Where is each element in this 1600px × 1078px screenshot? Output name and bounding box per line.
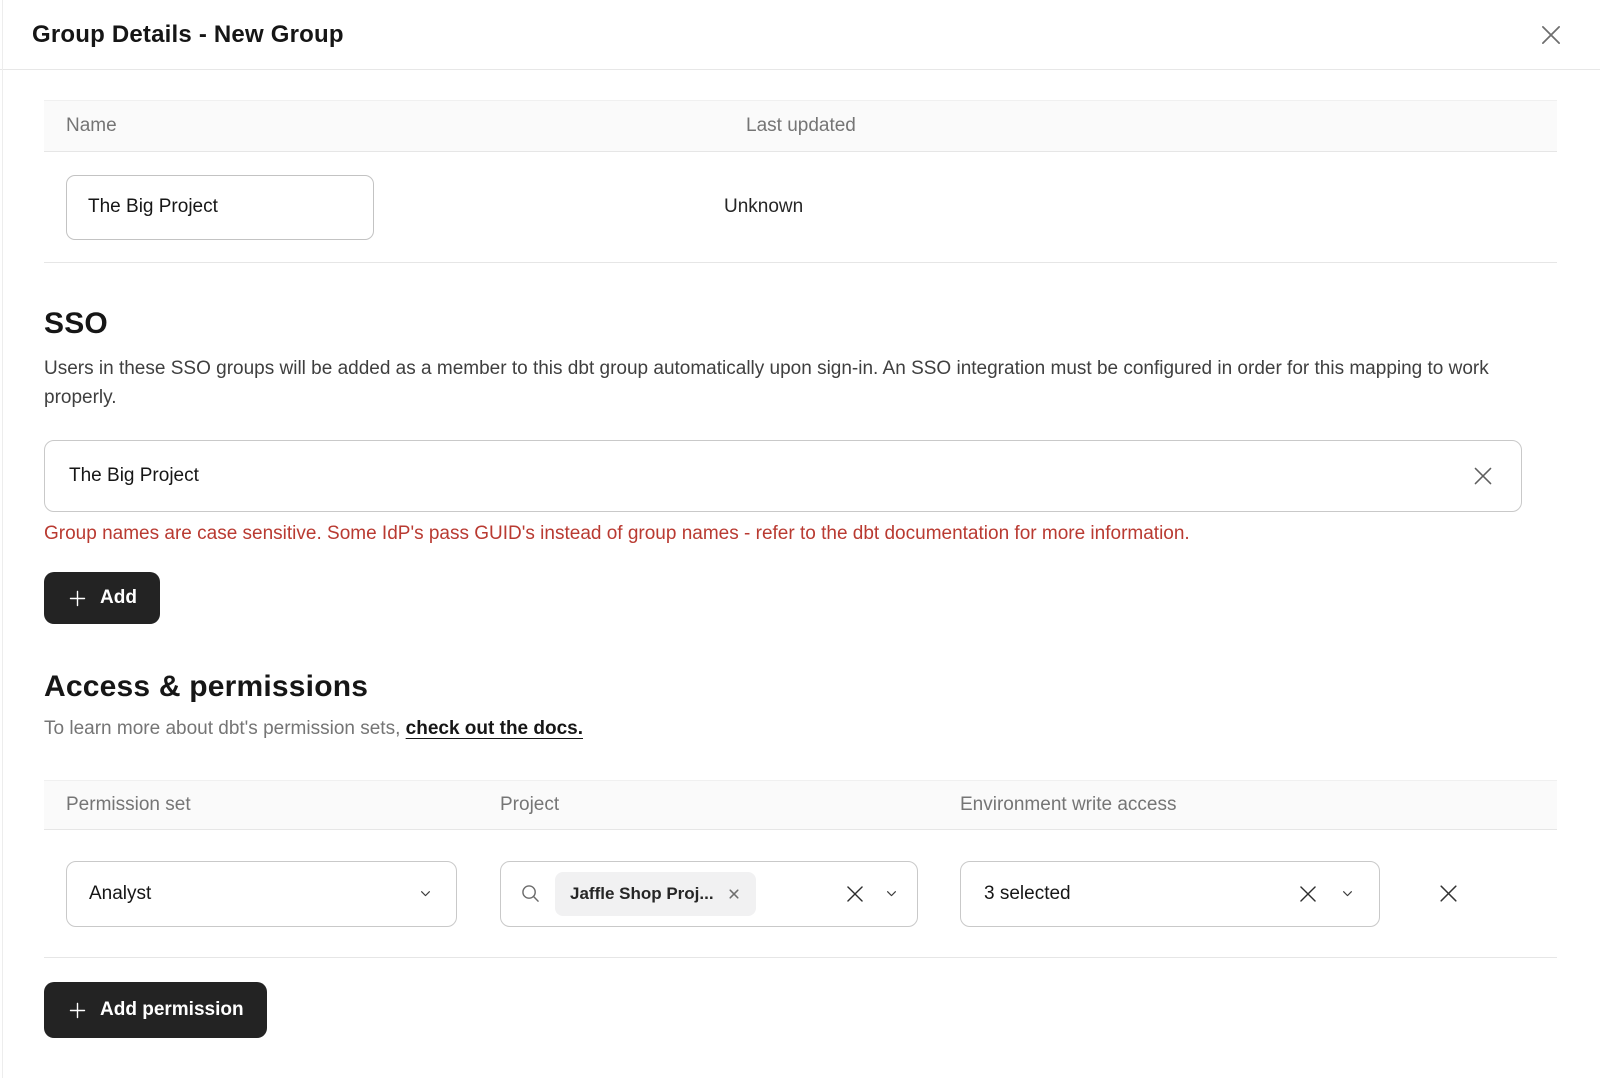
modal-header: Group Details - New Group: [0, 0, 1600, 70]
permissions-section: Access & permissions To learn more about…: [44, 670, 1556, 1038]
permissions-intro: To learn more about dbt's permission set…: [44, 718, 1556, 740]
sso-section: SSO Users in these SSO groups will be ad…: [44, 307, 1556, 624]
sso-clear-icon[interactable]: [1469, 462, 1497, 490]
column-header-project: Project: [500, 794, 960, 816]
chevron-down-icon: [417, 885, 434, 902]
column-header-name: Name: [44, 115, 724, 137]
sso-error-helper: Group names are case sensitive. Some IdP…: [44, 523, 1556, 545]
close-icon[interactable]: [1534, 18, 1568, 52]
last-updated-value: Unknown: [724, 196, 1557, 218]
project-tag-remove-icon[interactable]: [727, 887, 741, 901]
permission-row: Analyst: [44, 830, 1557, 958]
permission-set-select[interactable]: Analyst: [66, 861, 457, 927]
chevron-down-icon: [883, 885, 900, 902]
column-header-permission-set: Permission set: [44, 794, 500, 816]
modal-title: Group Details - New Group: [32, 21, 344, 49]
plus-icon: [67, 1000, 88, 1021]
modal-body: Name Last updated Unknown SSO Users in t…: [0, 70, 1600, 1038]
environment-clear-icon[interactable]: [1295, 881, 1321, 907]
search-icon: [519, 882, 542, 905]
project-clear-icon[interactable]: [842, 881, 868, 907]
group-name-input[interactable]: [66, 175, 374, 240]
add-sso-group-label: Add: [100, 587, 137, 609]
sso-group-input[interactable]: [69, 465, 1469, 487]
permissions-heading: Access & permissions: [44, 670, 1556, 704]
project-tag: Jaffle Shop Proj...: [555, 872, 756, 916]
environment-write-access-select[interactable]: 3 selected: [960, 861, 1380, 927]
plus-icon: [67, 588, 88, 609]
chevron-down-icon: [1339, 885, 1356, 902]
page-edge-divider: [2, 0, 3, 1078]
column-header-environment-write-access: Environment write access: [960, 794, 1405, 816]
add-sso-group-button[interactable]: Add: [44, 572, 160, 624]
delete-permission-row-icon[interactable]: [1435, 880, 1462, 907]
group-name-table: Name Last updated Unknown: [44, 100, 1557, 263]
group-name-table-row: Unknown: [44, 152, 1557, 263]
add-permission-button[interactable]: Add permission: [44, 982, 267, 1038]
sso-heading: SSO: [44, 307, 1556, 341]
sso-group-field: [44, 440, 1522, 512]
permissions-table-header: Permission set Project Environment write…: [44, 780, 1557, 830]
project-multiselect[interactable]: Jaffle Shop Proj...: [500, 861, 918, 927]
group-name-table-header: Name Last updated: [44, 100, 1557, 152]
docs-link[interactable]: check out the docs.: [406, 718, 583, 739]
column-header-last-updated: Last updated: [724, 115, 1557, 137]
permissions-intro-text: To learn more about dbt's permission set…: [44, 718, 406, 739]
project-tag-label: Jaffle Shop Proj...: [570, 884, 714, 904]
sso-description: Users in these SSO groups will be added …: [44, 354, 1522, 412]
permissions-table: Permission set Project Environment write…: [44, 780, 1557, 958]
environment-selected-value: 3 selected: [984, 883, 1071, 905]
add-permission-label: Add permission: [100, 999, 244, 1021]
permission-set-value: Analyst: [89, 883, 151, 905]
